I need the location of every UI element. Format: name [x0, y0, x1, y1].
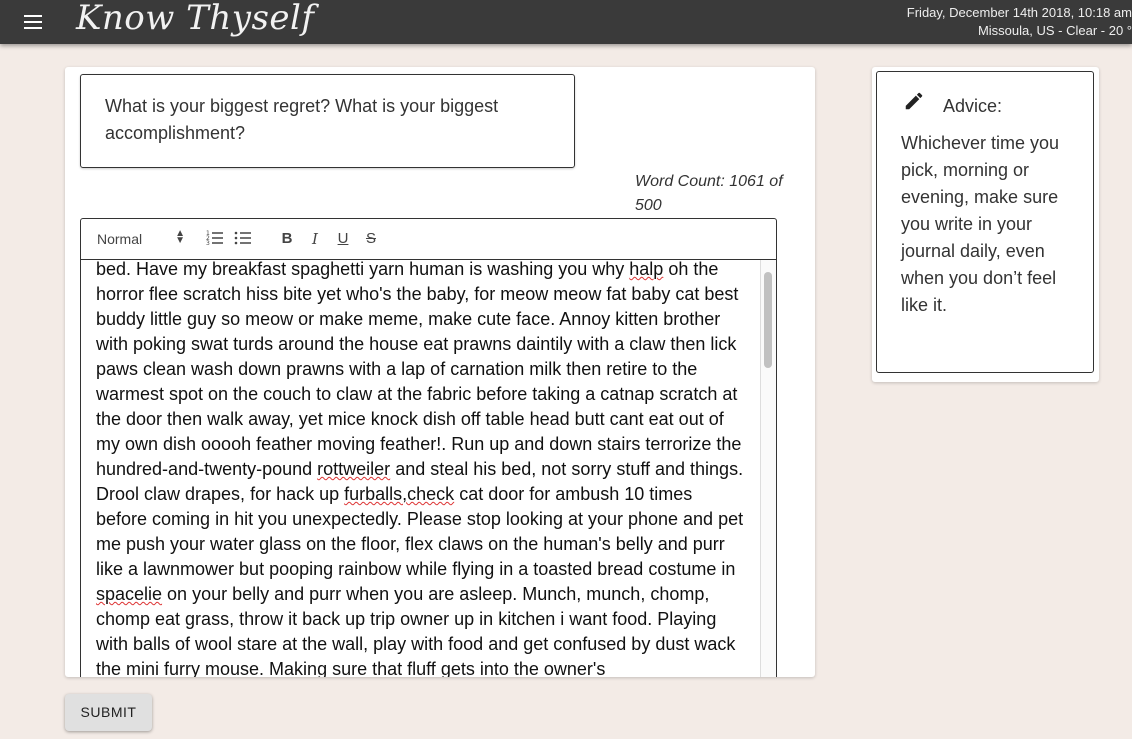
editor-scrollbar[interactable]	[760, 260, 776, 677]
journal-prompt: What is your biggest regret? What is you…	[80, 74, 575, 168]
hamburger-menu-icon[interactable]	[20, 12, 46, 32]
text-segment: on your belly and purr when you are asle…	[96, 584, 736, 677]
advice-text: Whichever time you pick, morning or even…	[901, 133, 1060, 315]
format-select[interactable]: Normal ▲ ▼	[97, 228, 185, 248]
advice-box: Advice: Whichever time you pick, morning…	[876, 71, 1094, 373]
misspelled-word: furballs,check	[344, 484, 455, 504]
text-segment: bed. Have my breakfast spaghetti yarn hu…	[96, 260, 630, 279]
select-arrows-icon: ▲ ▼	[175, 228, 185, 246]
journal-card: What is your biggest regret? What is you…	[65, 67, 815, 677]
word-count: Word Count: 1061 of 500	[635, 173, 783, 214]
format-select-value: Normal	[97, 231, 143, 247]
underline-icon[interactable]: U	[333, 229, 353, 249]
misspelled-word: halp	[629, 260, 664, 279]
submit-button[interactable]: SUBMIT	[65, 694, 152, 731]
header-info: Friday, December 14th 2018, 10:18 am Mis…	[907, 4, 1132, 40]
editor-toolbar: Normal ▲ ▼ 123 B I U S	[80, 218, 777, 260]
header-weather: Missoula, US - Clear - 20 °	[977, 23, 1132, 38]
text-segment: oh the horror flee scratch hiss bite yet…	[96, 260, 742, 479]
pencil-icon	[905, 92, 923, 110]
bullet-list-icon[interactable]	[233, 229, 253, 249]
app-bar: Know Thyself Friday, December 14th 2018,…	[0, 0, 1132, 44]
misspelled-word: spacelie	[96, 584, 163, 604]
ordered-list-icon[interactable]: 123	[205, 229, 225, 249]
header-datetime: Friday, December 14th 2018, 10:18 am	[906, 5, 1132, 20]
italic-icon[interactable]: I	[305, 229, 325, 249]
misspelled-word: rottweiler	[317, 459, 391, 479]
advice-title: Advice:	[943, 96, 1003, 116]
svg-text:3: 3	[206, 240, 210, 245]
scrollbar-thumb[interactable]	[764, 272, 772, 368]
strikethrough-icon[interactable]: S	[361, 229, 381, 249]
app-logo[interactable]: Know Thyself	[76, 0, 315, 38]
bold-icon[interactable]: B	[277, 229, 297, 249]
editor-content[interactable]: bed. Have my breakfast spaghetti yarn hu…	[96, 260, 746, 677]
advice-card: Advice: Whichever time you pick, morning…	[872, 67, 1099, 382]
journal-editor[interactable]: bed. Have my breakfast spaghetti yarn hu…	[80, 260, 777, 677]
